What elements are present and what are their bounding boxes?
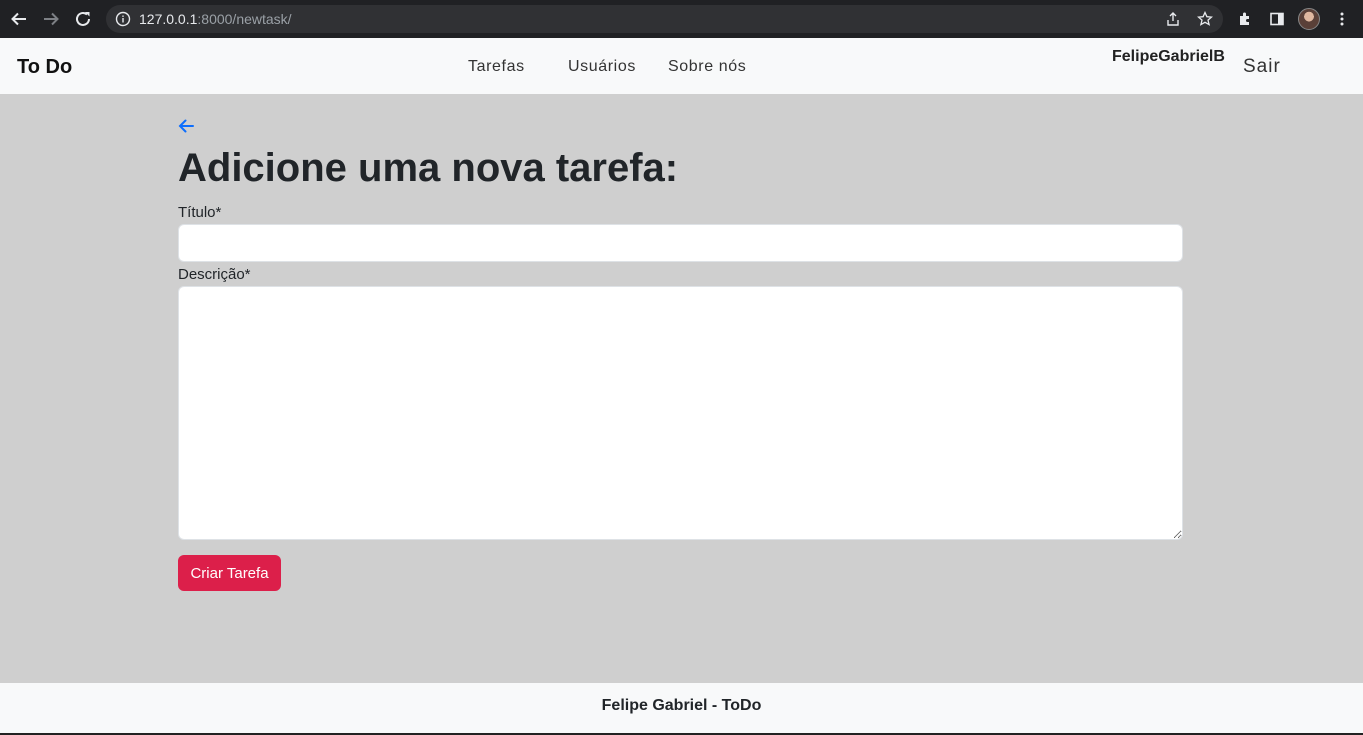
reload-icon[interactable] — [72, 8, 94, 30]
nav-link-sobre-nos[interactable]: Sobre nós — [668, 58, 746, 76]
nav-link-tarefas[interactable]: Tarefas — [468, 58, 525, 76]
url-path: :8000/newtask/ — [197, 11, 292, 27]
title-label: Título* — [178, 204, 222, 221]
address-bar[interactable]: 127.0.0.1:8000/newtask/ — [106, 5, 1223, 33]
forward-arrow-icon[interactable] — [40, 8, 62, 30]
share-icon[interactable] — [1164, 10, 1182, 28]
logout-link[interactable]: Sair — [1243, 56, 1281, 78]
description-textarea[interactable] — [178, 286, 1183, 540]
more-menu-icon[interactable] — [1331, 8, 1353, 30]
title-input[interactable] — [178, 224, 1183, 262]
url-host: 127.0.0.1 — [139, 11, 198, 27]
footer-text: Felipe Gabriel - ToDo — [601, 697, 762, 714]
footer: Felipe Gabriel - ToDo — [0, 683, 1363, 733]
back-arrow-icon[interactable] — [8, 8, 30, 30]
username-label: FelipeGabrielB — [1112, 48, 1225, 65]
page-title: Adicione uma nova tarefa: — [178, 146, 679, 190]
navbar: To Do Tarefas Usuários Sobre nós FelipeG… — [0, 38, 1363, 94]
address-url: 127.0.0.1:8000/newtask/ — [139, 11, 292, 27]
create-task-button[interactable]: Criar Tarefa — [178, 555, 281, 591]
extensions-icon[interactable] — [1234, 8, 1256, 30]
back-arrow-icon[interactable] — [176, 116, 196, 136]
brand-logo[interactable]: To Do — [17, 56, 72, 79]
profile-avatar[interactable] — [1298, 8, 1320, 30]
browser-chrome: 127.0.0.1:8000/newtask/ — [0, 0, 1363, 38]
star-icon[interactable] — [1196, 10, 1214, 28]
info-icon[interactable] — [115, 11, 131, 27]
description-label: Descrição* — [178, 266, 251, 283]
nav-link-usuarios[interactable]: Usuários — [568, 58, 636, 76]
side-panel-icon[interactable] — [1266, 8, 1288, 30]
